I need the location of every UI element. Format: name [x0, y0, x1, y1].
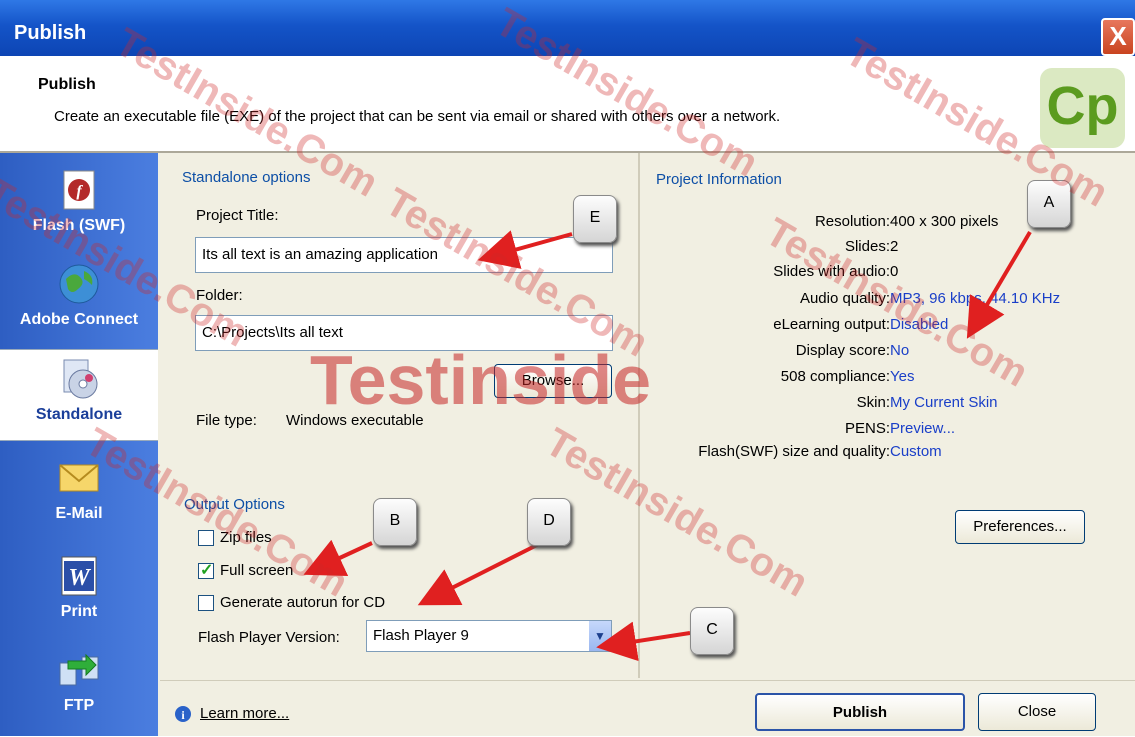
arrow-e: [477, 230, 573, 269]
publish-dialog: Publish X Publish Create an executable f…: [0, 0, 1135, 736]
callout-b: B: [373, 498, 417, 546]
callout-c: C: [690, 607, 734, 655]
arrow-d: [417, 543, 538, 606]
arrow-c: [596, 621, 691, 662]
callout-d: D: [527, 498, 571, 546]
callout-a: A: [1027, 180, 1071, 228]
arrow-a: [966, 230, 1032, 339]
callout-e: E: [573, 195, 617, 243]
annotation-arrows: [303, 230, 1032, 662]
arrow-b: [303, 539, 373, 577]
